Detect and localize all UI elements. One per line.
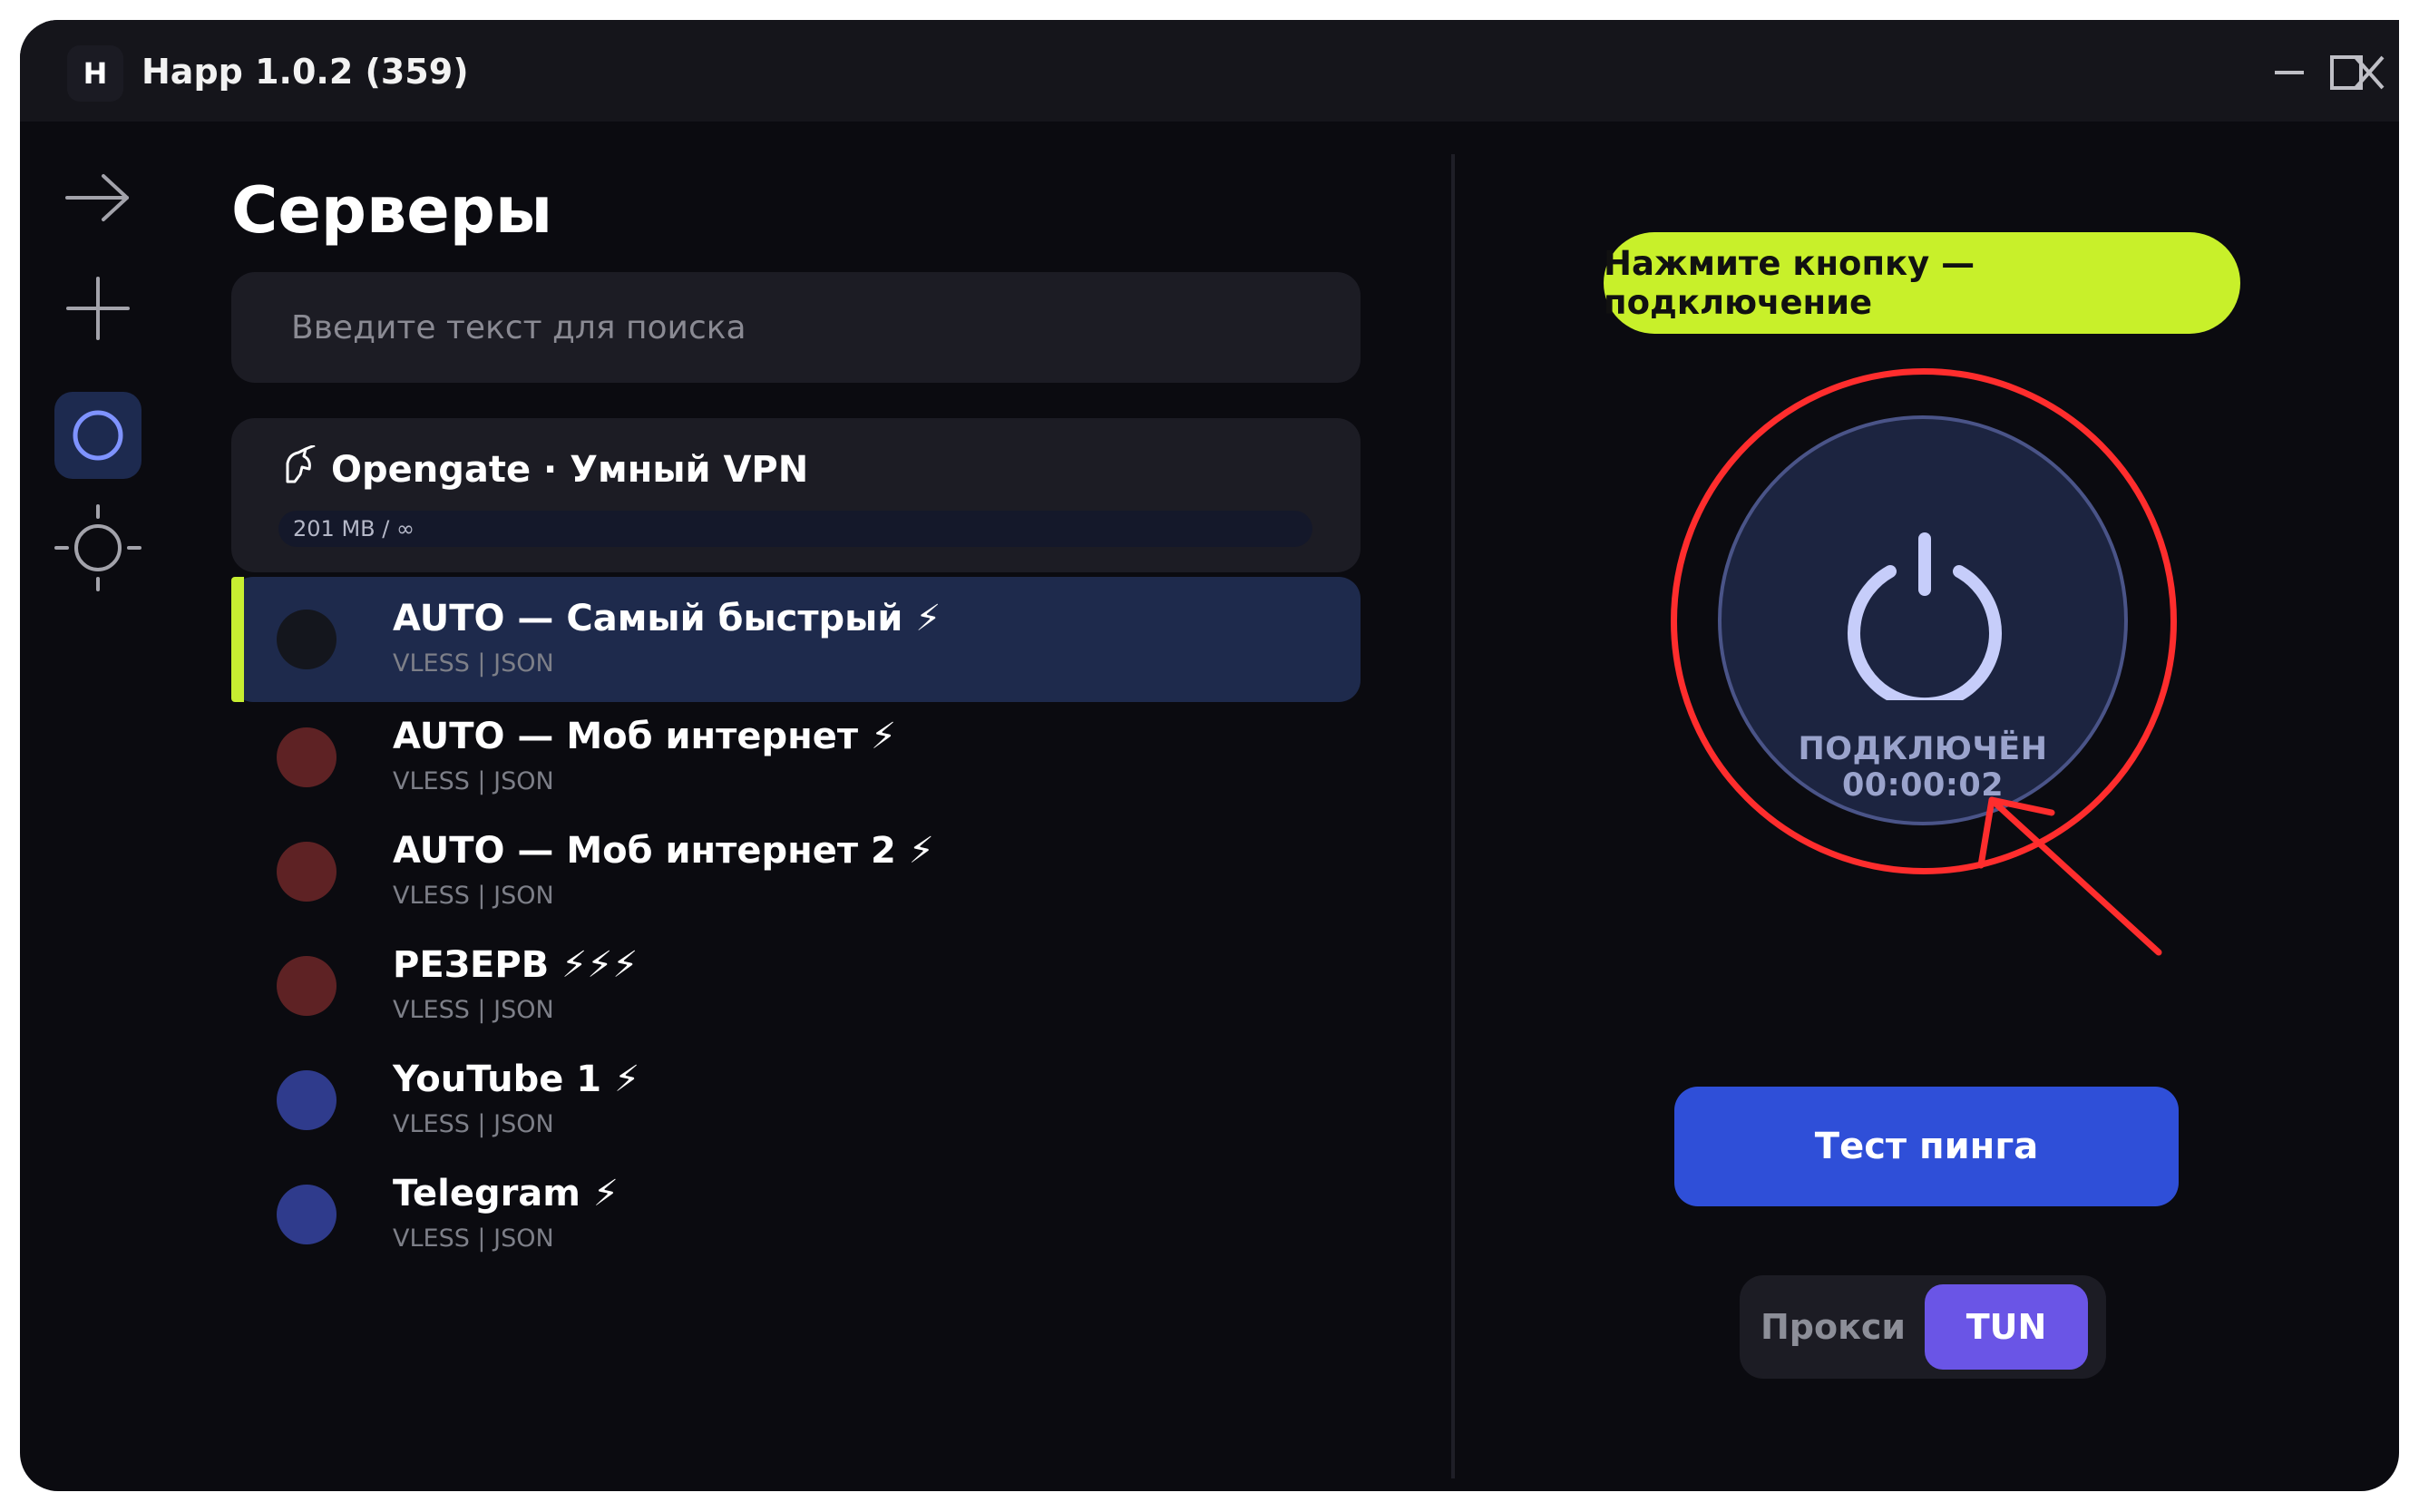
server-status-dot	[277, 727, 337, 787]
server-name: РЕЗЕРВ ⚡⚡⚡	[393, 944, 639, 986]
server-row[interactable]: AUTO — Моб интернет 2 ⚡ VLESS | JSON	[231, 809, 1361, 934]
usage-bar: 201 MB / ∞	[278, 511, 1312, 547]
server-protocol: VLESS | JSON	[393, 767, 554, 795]
server-status-dot	[277, 1185, 337, 1244]
circle-icon	[73, 410, 123, 461]
server-name: AUTO — Моб интернет ⚡	[393, 716, 897, 757]
server-status-dot	[277, 1070, 337, 1130]
server-row[interactable]: Telegram ⚡ VLESS | JSON	[231, 1152, 1361, 1277]
annotation-arrow-icon	[1977, 796, 2162, 956]
server-row[interactable]: AUTO — Самый быстрый ⚡ VLESS | JSON	[231, 577, 1361, 702]
minimize-button[interactable]	[2260, 47, 2318, 98]
connect-hint-badge: Нажмите кнопку — подключение	[1604, 232, 2240, 334]
crosshair-icon	[54, 504, 141, 591]
server-status-dot	[277, 842, 337, 902]
sidebar-item-settings[interactable]	[54, 504, 141, 591]
mode-toggle: Прокси TUN	[1740, 1275, 2106, 1379]
server-protocol: VLESS | JSON	[393, 882, 554, 910]
selected-indicator	[231, 577, 244, 702]
power-icon	[1848, 532, 2002, 700]
power-button[interactable]: ПОДКЛЮЧЁН 00:00:02	[1718, 415, 2128, 825]
server-row[interactable]: AUTO — Моб интернет ⚡ VLESS | JSON	[231, 695, 1361, 820]
panel-divider	[1451, 154, 1455, 1478]
usage-text: 201 MB / ∞	[293, 516, 415, 541]
minimize-icon	[2275, 71, 2304, 74]
subscription-name: Opengate · Умный VPN	[331, 449, 809, 491]
sidebar-item-add[interactable]	[54, 265, 141, 352]
window-title: Happ 1.0.2 (359)	[141, 52, 469, 92]
server-protocol: VLESS | JSON	[393, 1110, 554, 1138]
app-window: H Happ 1.0.2 (359) Серверы Введите текст…	[20, 20, 2399, 1491]
sidebar-item-connect[interactable]	[54, 154, 141, 241]
close-button[interactable]	[2328, 47, 2386, 98]
mode-proxy-option[interactable]: Прокси	[1749, 1284, 1917, 1370]
unicorn-icon	[286, 445, 316, 483]
app-logo: H	[67, 45, 123, 102]
server-status-dot	[277, 610, 337, 669]
server-protocol: VLESS | JSON	[393, 649, 554, 678]
sidebar-item-servers[interactable]	[54, 392, 141, 479]
server-row[interactable]: YouTube 1 ⚡ VLESS | JSON	[231, 1038, 1361, 1163]
close-icon	[2330, 55, 2385, 90]
page-title: Серверы	[231, 173, 553, 248]
server-name: AUTO — Самый быстрый ⚡	[393, 598, 941, 639]
server-protocol: VLESS | JSON	[393, 1224, 554, 1253]
server-name: AUTO — Моб интернет 2 ⚡	[393, 830, 934, 872]
server-name: YouTube 1 ⚡	[393, 1058, 640, 1100]
server-row[interactable]: РЕЗЕРВ ⚡⚡⚡ VLESS | JSON	[231, 923, 1361, 1049]
search-input[interactable]	[231, 272, 1361, 383]
arrow-right-icon	[65, 174, 129, 221]
server-status-dot	[277, 956, 337, 1016]
plus-icon	[66, 277, 130, 340]
server-name: Telegram ⚡	[393, 1173, 619, 1214]
mode-tun-option[interactable]: TUN	[1925, 1284, 2088, 1370]
title-bar: H Happ 1.0.2 (359)	[20, 20, 2399, 122]
subscription-card[interactable]: Opengate · Умный VPN 201 MB / ∞	[231, 418, 1361, 572]
server-protocol: VLESS | JSON	[393, 996, 554, 1024]
ping-test-button[interactable]: Тест пинга	[1674, 1087, 2179, 1206]
